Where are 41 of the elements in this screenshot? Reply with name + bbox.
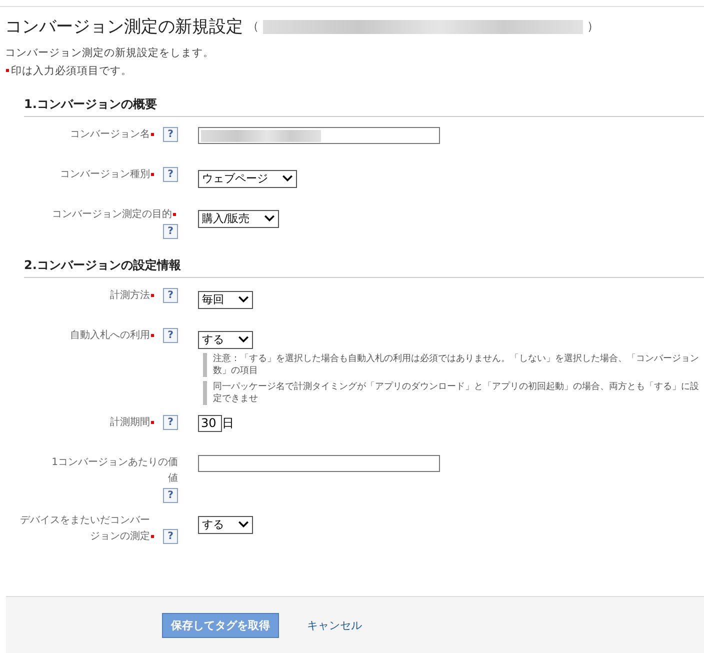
field-label: デバイスをまたいだコンバージョンの測定 <box>19 514 150 544</box>
unit-label: 日 <box>222 415 234 432</box>
chevron-down-icon <box>264 215 275 222</box>
section-heading: 2.コンバージョンの設定情報 <box>24 257 704 278</box>
field-label: 自動入札への利用 <box>70 328 150 343</box>
help-icon[interactable]: ? <box>163 415 178 430</box>
note-text: 注意：「する」を選択した場合も自動入札の利用は必須ではありません。「しない」を選択した場合、「コンバージョン数」の項目 <box>203 352 704 377</box>
help-icon[interactable]: ? <box>163 224 178 239</box>
title-paren: ） <box>587 18 599 35</box>
help-icon[interactable]: ? <box>163 488 178 504</box>
select-dropdown[interactable]: 購入/販売 <box>198 210 279 228</box>
help-icon[interactable]: ? <box>163 288 178 303</box>
help-icon[interactable]: ? <box>163 328 178 343</box>
select-dropdown[interactable]: ウェブページ <box>198 170 297 188</box>
chevron-down-icon <box>238 296 249 303</box>
text-field[interactable] <box>198 455 440 472</box>
field-label: 計測期間 <box>110 416 150 430</box>
text-field[interactable] <box>198 127 440 144</box>
field-label: コンバージョン測定の目的 <box>52 208 172 222</box>
chevron-down-icon <box>238 336 249 343</box>
intro-text: コンバージョン測定の新規設定をします。 <box>5 46 215 60</box>
required-note: 印は入力必須項目です。 <box>11 64 132 78</box>
cancel-link[interactable]: キャンセル <box>307 618 362 632</box>
section-heading: 1.コンバージョンの概要 <box>24 96 704 117</box>
title-paren: （ <box>247 18 259 35</box>
select-dropdown[interactable]: する <box>198 330 253 348</box>
field-label: 計測方法 <box>110 288 150 303</box>
help-icon[interactable]: ? <box>163 529 178 544</box>
select-dropdown[interactable]: 毎回 <box>198 290 253 308</box>
chevron-down-icon <box>282 175 293 182</box>
required-mark <box>6 68 9 72</box>
note-text: 同一パッケージ名で計測タイミングが「アプリのダウンロード」と「アプリの初回起動」の場合、両方とも「する」に設定できませ <box>203 380 704 406</box>
field-label: 1コンバージョンあたりの価値 <box>50 456 178 486</box>
field-label: コンバージョン名 <box>70 128 150 142</box>
field-label: コンバージョン種別 <box>60 168 150 182</box>
select-dropdown[interactable]: する <box>198 516 253 534</box>
help-icon[interactable]: ? <box>163 167 178 182</box>
chevron-down-icon <box>238 521 249 528</box>
help-icon[interactable]: ? <box>163 127 178 142</box>
number-field[interactable]: 30 <box>198 415 222 432</box>
page-title: コンバージョン測定の新規設定 <box>5 16 243 38</box>
